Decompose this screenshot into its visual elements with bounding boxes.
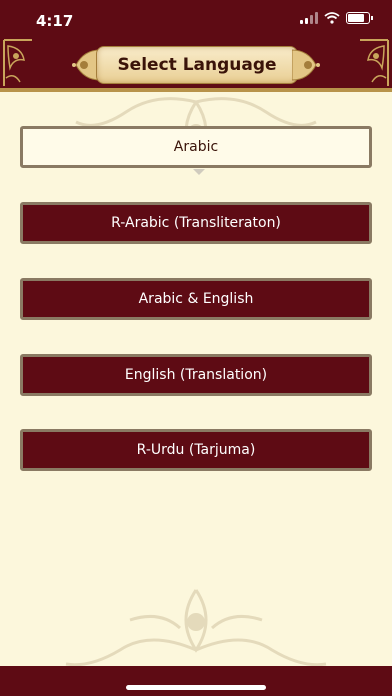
language-option-label: Arabic & English xyxy=(138,291,254,307)
language-option-r-urdu[interactable]: R-Urdu (Tarjuma) xyxy=(20,429,372,471)
background-ornament-icon xyxy=(65,589,327,667)
status-time: 4:17 xyxy=(36,12,74,30)
status-icons xyxy=(300,12,373,24)
footer-bar xyxy=(0,666,392,696)
title-scroll: Select Language xyxy=(70,44,322,86)
language-option-arabic[interactable]: Arabic xyxy=(20,126,372,175)
language-option-arabic-english[interactable]: Arabic & English xyxy=(20,278,372,320)
page-title: Select Language xyxy=(117,55,277,75)
header-bar: 4:17 Select Language xyxy=(0,0,392,90)
scroll-banner-icon xyxy=(292,49,320,81)
language-option-english[interactable]: English (Translation) xyxy=(20,354,372,396)
corner-ornament-icon xyxy=(360,39,389,86)
wifi-icon xyxy=(324,12,340,24)
corner-ornament-icon xyxy=(3,39,32,86)
title-banner: Select Language xyxy=(96,46,298,84)
language-option-label: Arabic xyxy=(173,139,219,155)
signal-icon xyxy=(300,12,318,24)
language-option-label: R-Urdu (Tarjuma) xyxy=(136,442,256,458)
home-indicator[interactable] xyxy=(126,685,266,690)
language-option-label: English (Translation) xyxy=(124,367,268,383)
battery-icon xyxy=(346,12,373,24)
language-option-r-arabic[interactable]: R-Arabic (Transliteraton) xyxy=(20,202,372,244)
language-option-label: R-Arabic (Transliteraton) xyxy=(111,215,281,231)
